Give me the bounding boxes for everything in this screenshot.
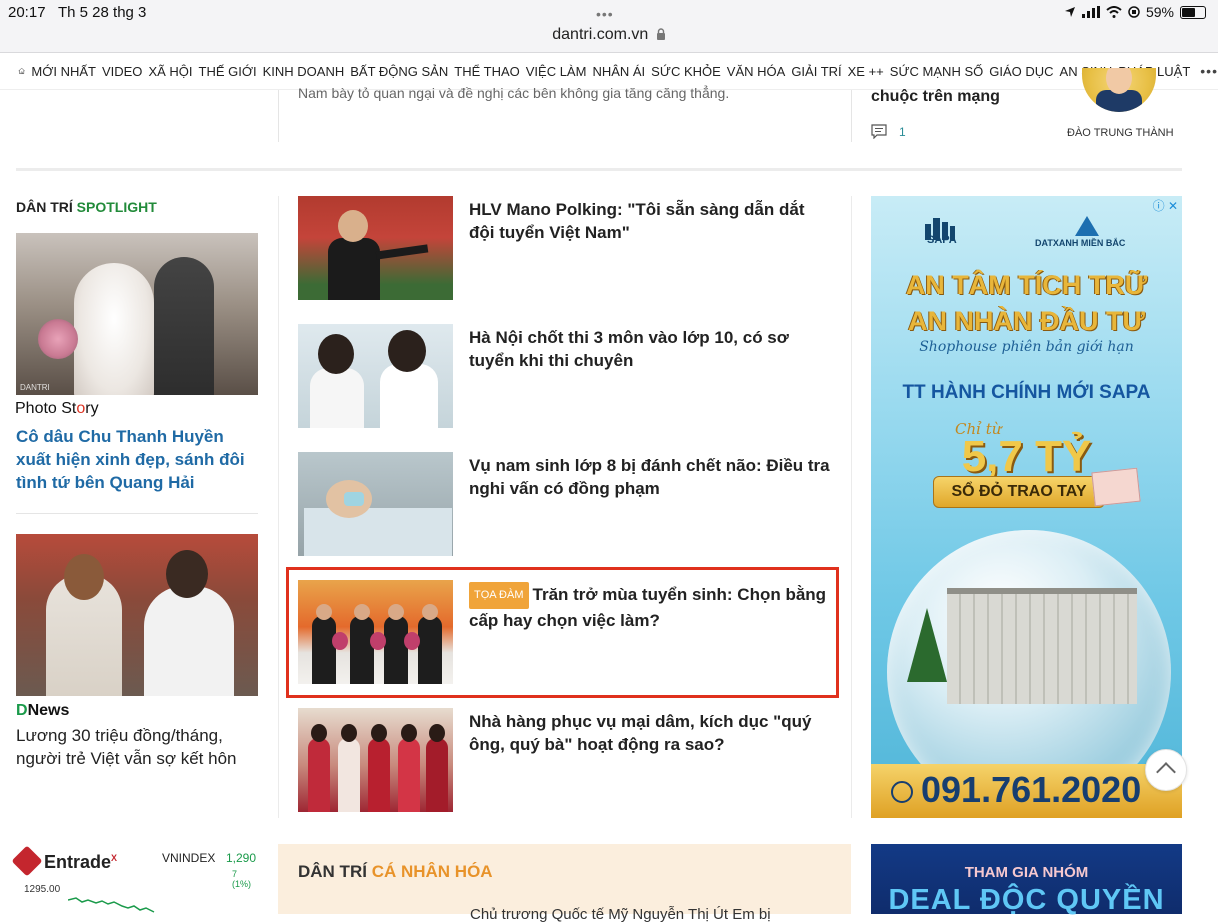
sapa-brand: SAPA [927,234,957,246]
home-icon[interactable] [18,60,25,82]
location-icon [1064,7,1075,17]
index-change: 7 (1%) [232,869,252,889]
spotlight-story-title[interactable]: Cô dâu Chu Thanh Huyền xuất hiện xinh đẹ… [16,425,256,494]
nav-item-bat-dong-san[interactable]: BẤT ĐỘNG SẢN [350,64,448,79]
article-item[interactable]: Hà Nội chốt thi 3 môn vào lớp 10, có sơ … [298,324,838,428]
article-thumbnail[interactable] [298,324,453,428]
highlight-box [286,567,839,698]
battery-percent: 59% [1145,4,1174,20]
nav-item-the-gioi[interactable]: THẾ GIỚI [199,64,257,79]
section-divider [16,168,1182,171]
index-sparkline [68,897,155,913]
more-dots-icon[interactable]: ••• [1200,63,1218,79]
article-thumbnail[interactable] [298,452,453,556]
address-bar[interactable]: dantri.com.vn [0,26,1218,44]
nav-item-viec-lam[interactable]: VIỆC LÀM [526,64,587,79]
article-title[interactable]: Hà Nội chốt thi 3 môn vào lớp 10, có sơ … [469,326,834,372]
article-title[interactable]: Nhà hàng phục vụ mại dâm, kích dục "quý … [469,710,834,756]
spotlight-divider [16,513,258,514]
ad-banner: SỔ ĐỎ TRAO TAY [933,476,1105,508]
spotlight-heading[interactable]: DÂN TRÍ SPOTLIGHT [16,199,157,215]
entrade-logo-icon [11,845,43,877]
previous-section: Nam bày tỏ quan ngại và đề nghị các bên … [0,68,1218,170]
nav-item-nhan-ai[interactable]: NHÂN ÁI [592,64,645,79]
personalized-heading[interactable]: DÂN TRÍ CÁ NHÂN HÓA [298,862,493,882]
column-divider [278,90,279,142]
nav-item-van-hoa[interactable]: VĂN HÓA [727,64,786,79]
comment-count: 1 [899,124,906,139]
index-label: VNINDEX [162,851,216,865]
wifi-icon [1106,6,1122,18]
building-image [947,588,1137,704]
certificate-icon [1091,467,1141,507]
browser-status-bar: 20:17 Th 5 28 thg 3 ••• dantri.com.vn 59… [0,0,1218,53]
article-snippet: Nam bày tỏ quan ngại và đề nghị các bên … [298,85,730,101]
battery-icon [1180,5,1206,19]
photo-story-label: Photo Story [15,400,99,417]
entrade-widget[interactable]: EntradeX VNINDEX 1,290 7 (1%) 1295.00 [11,845,257,914]
chevron-up-icon [1156,762,1176,782]
advertisement-deal[interactable]: THAM GIA NHÓM DEAL ĐỘC QUYỀN [871,844,1182,916]
article-item[interactable]: Vụ nam sinh lớp 8 bị đánh chết não: Điều… [298,452,838,556]
status-indicators: 59% [1064,4,1206,20]
ad-headline: AN TÂM TÍCH TRỮ [905,270,1148,300]
article-title[interactable]: Vụ nam sinh lớp 8 bị đánh chết não: Điều… [469,454,834,500]
dnews-label: DNews [16,702,70,719]
lock-icon [656,28,665,40]
ad-headline: AN NHÀN ĐẦU TƯ [908,306,1145,336]
nav-item-the-thao[interactable]: THỂ THAO [454,64,520,79]
nav-item-moi-nhat[interactable]: MỚI NHẤT [31,64,96,79]
status-date: Th 5 28 thg 3 [58,4,147,21]
datxanh-logo-icon [1075,216,1099,236]
column-divider [851,196,852,818]
nav-item-giai-tri[interactable]: GIẢI TRÍ [791,64,841,79]
status-time: 20:17 [8,4,46,21]
signal-icon [1081,6,1100,18]
ad-subheading: TT HÀNH CHÍNH MỚI SAPA [902,382,1151,403]
personalized-section: DÂN TRÍ CÁ NHÂN HÓA Chủ trương Quốc tế M… [278,844,851,923]
spotlight-image-wedding[interactable]: DANTRI [16,233,258,395]
article-thumbnail[interactable] [298,708,453,812]
column-divider [851,90,852,142]
comment-link[interactable]: 1 [871,124,906,139]
article-title-fragment[interactable]: chuộc trên mạng [871,88,1000,106]
phone-icon [891,781,913,803]
nav-item-kinh-doanh[interactable]: KINH DOANH [263,64,345,79]
spotlight-heading-brand: DÂN TRÍ [16,199,73,215]
spotlight-story-title[interactable]: Lương 30 triệu đồng/tháng, người trẻ Việ… [16,724,256,770]
orientation-lock-icon [1128,6,1140,18]
advertisement-sapa[interactable]: ⓘ ✕ SAPA DATXANH MIỀN BẮC AN TÂM TÍCH TR… [871,196,1182,818]
article-title-cut[interactable]: Chủ trương Quốc tế Mỹ Nguyễn Thị Út Em b… [470,906,771,923]
ad-script-text: Shophouse phiên bản giới hạn [919,339,1134,355]
image-watermark: DANTRI [20,383,50,392]
nav-item-suc-manh-so[interactable]: SỨC MẠNH SỐ [890,64,983,79]
comment-icon [871,124,887,139]
ad-line: DEAL ĐỘC QUYỀN [888,884,1165,916]
scroll-to-top-button[interactable] [1145,749,1187,791]
nav-item-suc-khoe[interactable]: SỨC KHỎE [651,64,721,79]
article-item[interactable]: Nhà hàng phục vụ mại dâm, kích dục "quý … [298,708,838,812]
index-value: 1,290 [226,851,257,865]
tree-image [907,608,947,682]
ad-close-icon[interactable]: ⓘ ✕ [1153,197,1178,214]
article-thumbnail[interactable] [298,196,453,300]
nav-item-giao-duc[interactable]: GIÁO DỤC [989,64,1053,79]
article-title[interactable]: HLV Mano Polking: "Tôi sẵn sàng dẫn dắt … [469,198,834,244]
nav-item-video[interactable]: VIDEO [102,64,142,79]
multitask-dots-icon[interactable]: ••• [596,6,614,22]
entrade-logo: EntradeX [44,852,118,872]
ad-line: THAM GIA NHÓM [964,864,1089,881]
article-item[interactable]: HLV Mano Polking: "Tôi sẵn sàng dẫn dắt … [298,196,838,300]
chart-y-tick: 1295.00 [24,884,61,895]
nav-item-xe[interactable]: XE ++ [848,64,884,79]
url-text: dantri.com.vn [552,26,649,43]
author-avatar[interactable] [1082,68,1156,112]
column-divider [278,196,279,818]
ad-phone-number[interactable]: 091.761.2020 [921,769,1141,811]
author-name[interactable]: ĐÀO TRUNG THÀNH [1067,127,1174,139]
datxanh-brand: DATXANH MIỀN BẮC [1035,238,1126,248]
spotlight-image-couple[interactable] [16,534,258,696]
nav-item-xa-hoi[interactable]: XÃ HỘI [148,64,192,79]
spotlight-heading-label: SPOTLIGHT [76,199,157,215]
